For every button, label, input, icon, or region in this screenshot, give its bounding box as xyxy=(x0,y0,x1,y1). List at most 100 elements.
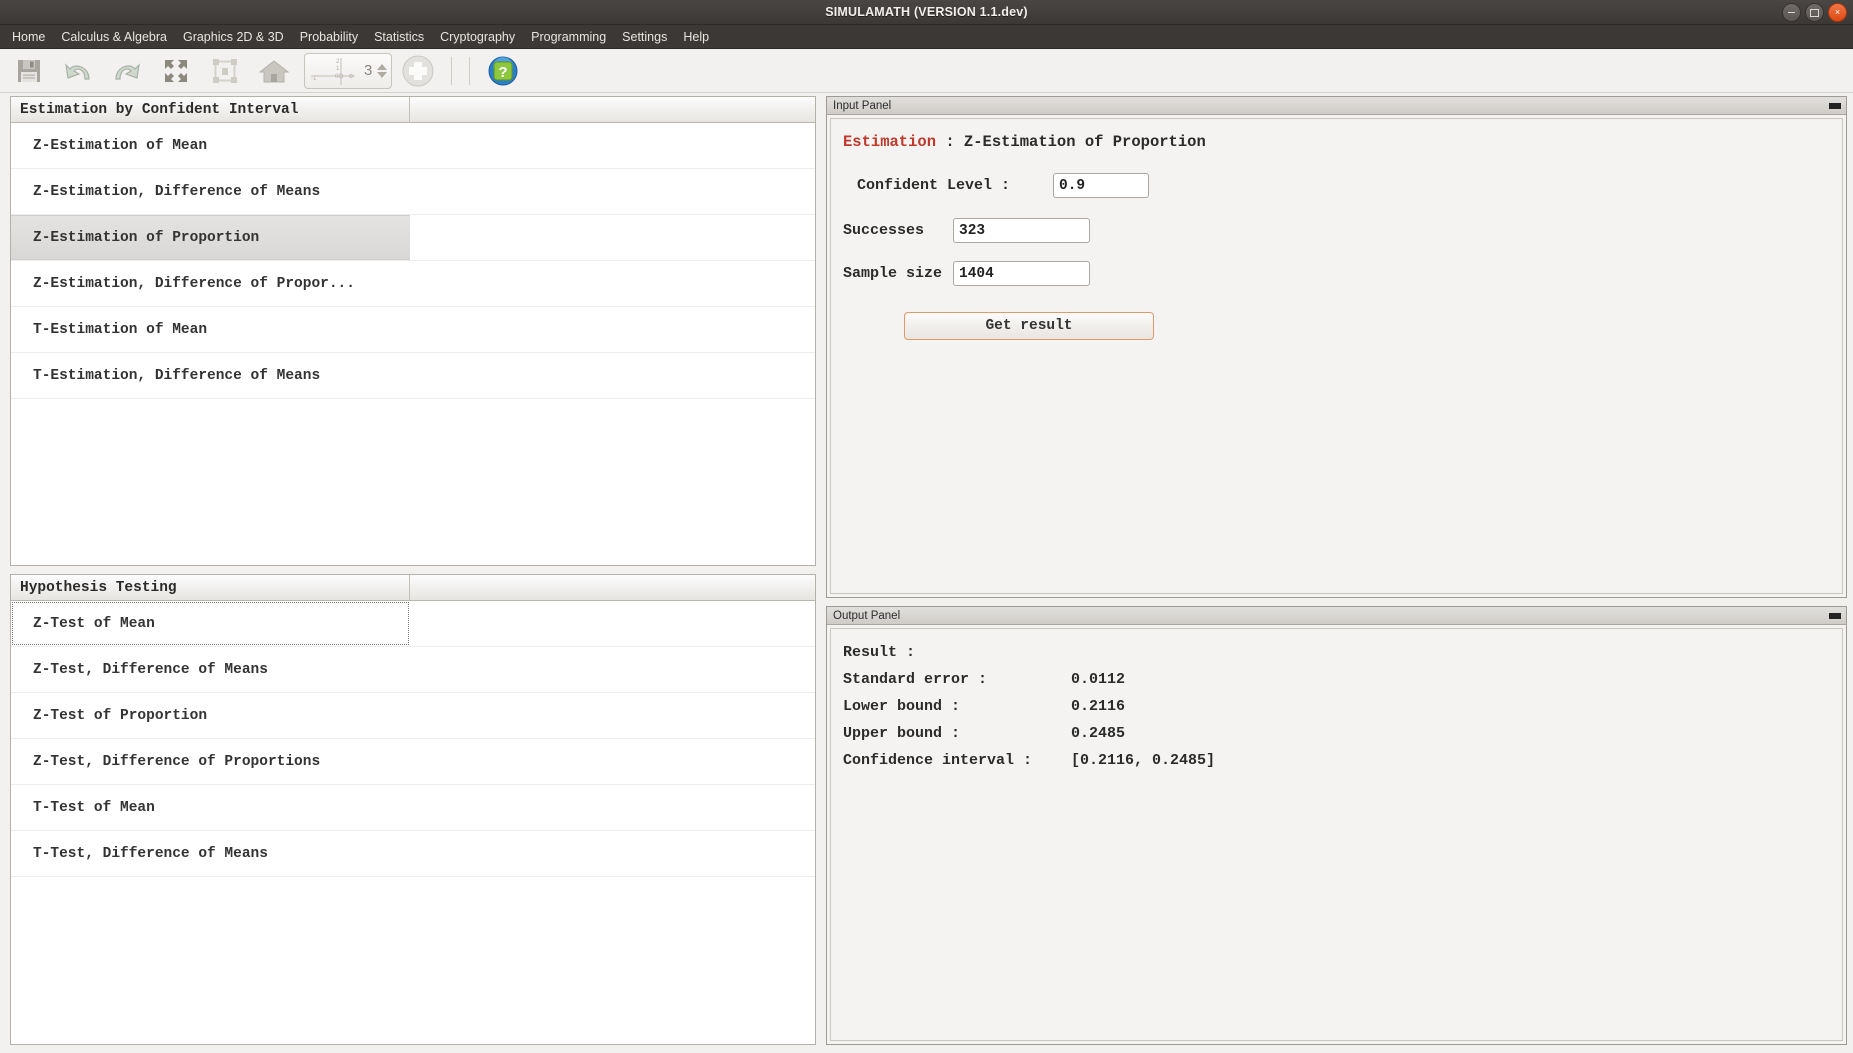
table-row-focused[interactable]: Z-Test of Mean xyxy=(11,601,815,647)
menu-item-calculus[interactable]: Calculus & Algebra xyxy=(53,27,175,47)
sample-size-row: Sample size xyxy=(843,261,1842,286)
sample-size-label: Sample size xyxy=(843,265,943,282)
successes-row: Successes xyxy=(843,218,1842,243)
menu-item-home[interactable]: Home xyxy=(4,27,53,47)
hypothesis-row-label: T-Test of Mean xyxy=(33,799,155,816)
table-row[interactable]: Z-Estimation of Mean xyxy=(11,123,815,169)
menu-item-programming[interactable]: Programming xyxy=(523,27,614,47)
hypothesis-table-body: Z-Test of Mean Z-Test, Difference of Mea… xyxy=(11,601,815,1044)
hypothesis-row-label: Z-Test, Difference of Proportions xyxy=(33,753,321,770)
maximize-icon xyxy=(1810,8,1819,17)
estimation-row-label: Z-Estimation of Mean xyxy=(33,137,208,154)
close-icon: × xyxy=(1834,7,1841,17)
confidence-interval-label: Confidence interval : xyxy=(843,752,1033,769)
table-row[interactable]: Z-Estimation, Difference of Means xyxy=(11,169,815,215)
menu-item-help[interactable]: Help xyxy=(675,27,717,47)
table-row[interactable]: Z-Test, Difference of Proportions xyxy=(11,739,815,785)
stepper-up-icon[interactable] xyxy=(377,63,388,70)
undo-icon xyxy=(65,62,90,80)
undo-button[interactable] xyxy=(55,51,101,91)
estimation-table-header: Estimation by Confident Interval xyxy=(11,97,815,123)
successes-input[interactable] xyxy=(953,218,1090,243)
svg-text:1: 1 xyxy=(336,66,340,72)
table-row-selected[interactable]: Z-Estimation of Proportion xyxy=(11,215,815,261)
confidence-interval-value: [0.2116, 0.2485] xyxy=(1071,752,1216,769)
minimize-icon xyxy=(1788,11,1795,14)
input-panel-minimize-button[interactable] xyxy=(1827,100,1842,111)
table-row[interactable]: Z-Test, Difference of Means xyxy=(11,647,815,693)
input-panel-title: Input Panel xyxy=(833,99,892,112)
standard-error-label: Standard error : xyxy=(843,671,988,688)
save-button[interactable] xyxy=(6,51,52,91)
estimation-header-col2[interactable] xyxy=(410,97,815,122)
heading-prefix: Estimation xyxy=(843,133,937,151)
fit-icon xyxy=(213,58,237,83)
zoom-plus-button[interactable] xyxy=(395,51,441,91)
stepper-down-icon[interactable] xyxy=(377,71,388,78)
home-icon xyxy=(259,59,289,82)
expand-icon xyxy=(165,59,187,82)
menu-item-cryptography[interactable]: Cryptography xyxy=(432,27,523,47)
heading-separator: : xyxy=(936,133,964,151)
estimation-header-col1[interactable]: Estimation by Confident Interval xyxy=(11,97,410,122)
help-button[interactable]: ? xyxy=(480,51,526,91)
get-result-button[interactable]: Get result xyxy=(904,312,1154,340)
output-panel-titlebar: Output Panel xyxy=(827,607,1846,625)
zoom-plus-icon xyxy=(402,55,434,86)
main-content: Estimation by Confident Interval Z-Estim… xyxy=(0,90,1853,1053)
output-row: Upper bound : 0.2485 xyxy=(843,720,1842,747)
maximize-button[interactable] xyxy=(1805,3,1824,22)
output-panel-body: Result : Standard error : 0.0112 Lower b… xyxy=(830,628,1843,1041)
zoom-level-value: 3 xyxy=(364,62,373,79)
estimation-row-label: Z-Estimation, Difference of Propor... xyxy=(33,275,355,292)
toolbar: 2 1 0 -1 3 ? xyxy=(0,49,1853,93)
hypothesis-row-label: Z-Test of Mean xyxy=(11,601,410,646)
standard-error-value: 0.0112 xyxy=(1071,671,1126,688)
home-button[interactable] xyxy=(251,51,297,91)
redo-icon xyxy=(115,62,140,80)
estimation-table: Estimation by Confident Interval Z-Estim… xyxy=(10,96,816,566)
left-column: Estimation by Confident Interval Z-Estim… xyxy=(10,96,816,1045)
output-row: Lower bound : 0.2116 xyxy=(843,693,1842,720)
table-row[interactable]: T-Test of Mean xyxy=(11,785,815,831)
table-row[interactable]: T-Estimation of Mean xyxy=(11,307,815,353)
menu-item-probability[interactable]: Probability xyxy=(292,27,366,47)
hypothesis-header-col2[interactable] xyxy=(410,575,815,600)
hypothesis-table-header: Hypothesis Testing xyxy=(11,575,815,601)
output-row: Standard error : 0.0112 xyxy=(843,666,1842,693)
confident-level-input[interactable] xyxy=(1053,173,1149,198)
upper-bound-label: Upper bound : xyxy=(843,725,961,742)
axes-icon: 2 1 0 -1 xyxy=(311,57,355,85)
window-controls: × xyxy=(1782,3,1847,22)
minimize-icon xyxy=(1828,612,1841,619)
redo-button[interactable] xyxy=(104,51,150,91)
menu-item-statistics[interactable]: Statistics xyxy=(366,27,432,47)
table-row[interactable]: Z-Test of Proportion xyxy=(11,693,815,739)
hypothesis-header-col1[interactable]: Hypothesis Testing xyxy=(11,575,410,600)
output-panel-minimize-button[interactable] xyxy=(1827,610,1842,621)
stepper-arrows[interactable] xyxy=(377,63,389,78)
close-button[interactable]: × xyxy=(1828,3,1847,22)
menu-item-graphics[interactable]: Graphics 2D & 3D xyxy=(175,27,292,47)
window-title: SIMULAMATH (VERSION 1.1.dev) xyxy=(825,5,1028,19)
sample-size-input[interactable] xyxy=(953,261,1090,286)
table-row[interactable]: T-Estimation, Difference of Means xyxy=(11,353,815,399)
save-icon xyxy=(18,59,40,82)
output-panel: Output Panel Result : Standard error : 0… xyxy=(826,606,1847,1045)
fit-button[interactable] xyxy=(202,51,248,91)
zoom-level-stepper[interactable]: 2 1 0 -1 3 xyxy=(304,52,393,89)
input-panel-body: Estimation : Z-Estimation of Proportion … xyxy=(830,118,1843,594)
minimize-button[interactable] xyxy=(1782,3,1801,22)
table-row[interactable]: T-Test, Difference of Means xyxy=(11,831,815,877)
svg-text:-1: -1 xyxy=(311,76,317,82)
expand-button[interactable] xyxy=(153,51,199,91)
help-icon: ? xyxy=(488,56,518,85)
toolbar-separator-1 xyxy=(451,56,453,85)
confident-level-label: Confident Level : xyxy=(857,177,1011,194)
menu-item-settings[interactable]: Settings xyxy=(614,27,675,47)
lower-bound-label: Lower bound : xyxy=(843,698,961,715)
estimation-table-body: Z-Estimation of Mean Z-Estimation, Diffe… xyxy=(11,123,815,565)
hypothesis-row-label: T-Test, Difference of Means xyxy=(33,845,268,862)
table-row[interactable]: Z-Estimation, Difference of Propor... xyxy=(11,261,815,307)
application-window: SIMULAMATH (VERSION 1.1.dev) × Home Calc… xyxy=(0,0,1853,1053)
